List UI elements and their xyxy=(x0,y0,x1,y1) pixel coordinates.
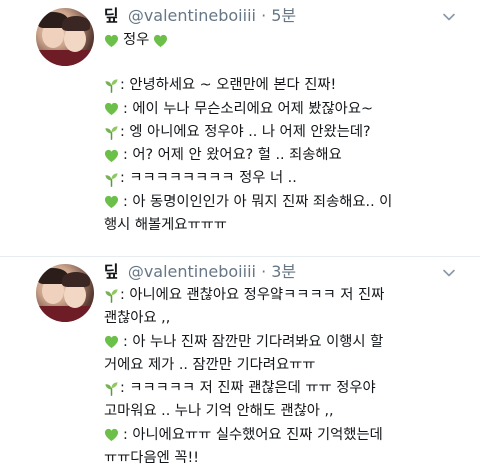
dialogue-line: : 어? 어제 안 왔어요? 헐 .. 죄송해요 xyxy=(104,144,460,167)
timestamp[interactable]: 5분 xyxy=(271,6,296,25)
green-heart-icon xyxy=(104,196,119,209)
dialogue-lines: : 안녕하세요 ~ 오랜만에 본다 진짜! : 에이 누나 무슨소리에요 어제 봤… xyxy=(104,74,460,237)
user-handle[interactable]: @valentineboiiii xyxy=(128,262,256,281)
dialogue-line: 거에요 제가 .. 잠깐만 기다려요ㅠㅠ xyxy=(104,354,460,377)
dialogue-line: : 아니에요ㅠㅠ 실수했어요 진짜 기억했는데 xyxy=(104,424,460,447)
line-text: : 에이 누나 무슨소리에요 어제 봤잖아요~ xyxy=(123,100,373,117)
line-text: : ㅋㅋㅋㅋㅋㅋㅋㅋ 정우 너 .. xyxy=(120,170,297,187)
line-text: : 아 누나 진짜 잠깐만 기다려봐요 이행시 할 xyxy=(123,333,384,350)
line-text: : 안녕하세요 ~ 오랜만에 본다 진짜! xyxy=(120,77,337,94)
dialogue-line: ㅠㅠ다음엔 꼭!! xyxy=(104,447,460,470)
green-heart-icon xyxy=(154,34,168,47)
dialogue-line: : 아 동명이인인가 아 뭐지 진짜 죄송해요.. 이 xyxy=(104,191,460,214)
chevron-down-icon[interactable] xyxy=(442,266,456,280)
green-heart-icon xyxy=(104,34,119,47)
sprout-icon xyxy=(105,289,118,303)
tweet-header: 딮 @valentineboiiii · 5분 xyxy=(104,6,296,26)
line-text: 거에요 제가 .. 잠깐만 기다려요ㅠㅠ xyxy=(104,356,316,373)
line-text: ㅠㅠ다음엔 꼭!! xyxy=(104,450,199,467)
sprout-icon xyxy=(105,79,118,94)
tweet-1: 딮 @valentineboiiii · 5분 정우 : 안녕하세요 ~ 오랜만… xyxy=(0,0,480,258)
dialogue-line: : 아니에요 괜찮아요 정우얔ㅋㅋㅋㅋ 저 진짜 xyxy=(104,284,460,307)
avatar[interactable] xyxy=(36,8,94,66)
dialogue-lines: : 아니에요 괜찮아요 정우얔ㅋㅋㅋㅋ 저 진짜괜찮아요 ,, : 아 누나 진짜… xyxy=(104,284,460,470)
line-text: 괜찮아요 ,, xyxy=(104,310,171,327)
avatar[interactable] xyxy=(36,264,94,322)
tweet-body: : 아니에요 괜찮아요 정우얔ㅋㅋㅋㅋ 저 진짜괜찮아요 ,, : 아 누나 진짜… xyxy=(104,284,460,470)
chevron-down-icon[interactable] xyxy=(442,10,456,24)
dialogue-line: : ㅋㅋㅋㅋㅋ 저 진짜 괜찮은데 ㅠㅠ 정우야 xyxy=(104,377,460,400)
dialogue-line: : 엥 아니에요 정우야 .. 나 어제 안왔는데? xyxy=(104,121,460,144)
title-text: 정우 xyxy=(123,32,150,48)
dialogue-line: 고마워요 .. 누나 기억 안해도 괜찮아 ,, xyxy=(104,400,460,423)
dialogue-line: : 안녕하세요 ~ 오랜만에 본다 진짜! xyxy=(104,74,460,97)
line-text: : 아니에요 괜찮아요 정우얔ㅋㅋㅋㅋ 저 진짜 xyxy=(120,287,385,303)
line-text: 행시 해볼게요ㅠㅠㅠ xyxy=(104,217,227,234)
separator-dot: · xyxy=(261,262,267,281)
line-text: : ㅋㅋㅋㅋㅋ 저 진짜 괜찮은데 ㅠㅠ 정우야 xyxy=(120,380,376,397)
sprout-icon xyxy=(105,173,118,187)
sprout-icon xyxy=(105,382,118,397)
green-heart-icon xyxy=(104,149,119,162)
line-text: : 아니에요ㅠㅠ 실수했어요 진짜 기억했는데 xyxy=(123,426,383,443)
dialogue-line: : 에이 누나 무슨소리에요 어제 봤잖아요~ xyxy=(104,98,460,121)
green-heart-icon xyxy=(104,429,119,442)
tweet-2: 딮 @valentineboiiii · 3분 : 아니에요 괜찮아요 정우얔ㅋ… xyxy=(0,258,480,471)
tweet-body: 정우 : 안녕하세요 ~ 오랜만에 본다 진짜! : 에이 누나 무슨소리에요 어… xyxy=(104,29,460,237)
display-name[interactable]: 딮 xyxy=(104,262,119,281)
dialogue-line: 행시 해볼게요ㅠㅠㅠ xyxy=(104,214,460,237)
line-text: 고마워요 .. 누나 기억 안해도 괜찮아 ,, xyxy=(104,403,334,420)
title-line: 정우 xyxy=(104,29,460,52)
display-name[interactable]: 딮 xyxy=(104,6,119,25)
user-handle[interactable]: @valentineboiiii xyxy=(128,6,256,25)
dialogue-line: 괜찮아요 ,, xyxy=(104,307,460,330)
dialogue-line: : 아 누나 진짜 잠깐만 기다려봐요 이행시 할 xyxy=(104,331,460,354)
line-text: : 아 동명이인인가 아 뭐지 진짜 죄송해요.. 이 xyxy=(123,193,393,210)
tweet-divider xyxy=(0,256,480,257)
timestamp[interactable]: 3분 xyxy=(271,262,296,281)
line-text: : 어? 어제 안 왔어요? 헐 .. 죄송해요 xyxy=(123,147,342,164)
dialogue-line: : ㅋㅋㅋㅋㅋㅋㅋㅋ 정우 너 .. xyxy=(104,167,460,190)
tweet-header: 딮 @valentineboiiii · 3분 xyxy=(104,262,296,282)
separator-dot: · xyxy=(261,6,267,25)
sprout-icon xyxy=(105,126,118,140)
green-heart-icon xyxy=(104,336,119,349)
green-heart-icon xyxy=(104,103,119,116)
line-text: : 엥 아니에요 정우야 .. 나 어제 안왔는데? xyxy=(120,123,371,140)
